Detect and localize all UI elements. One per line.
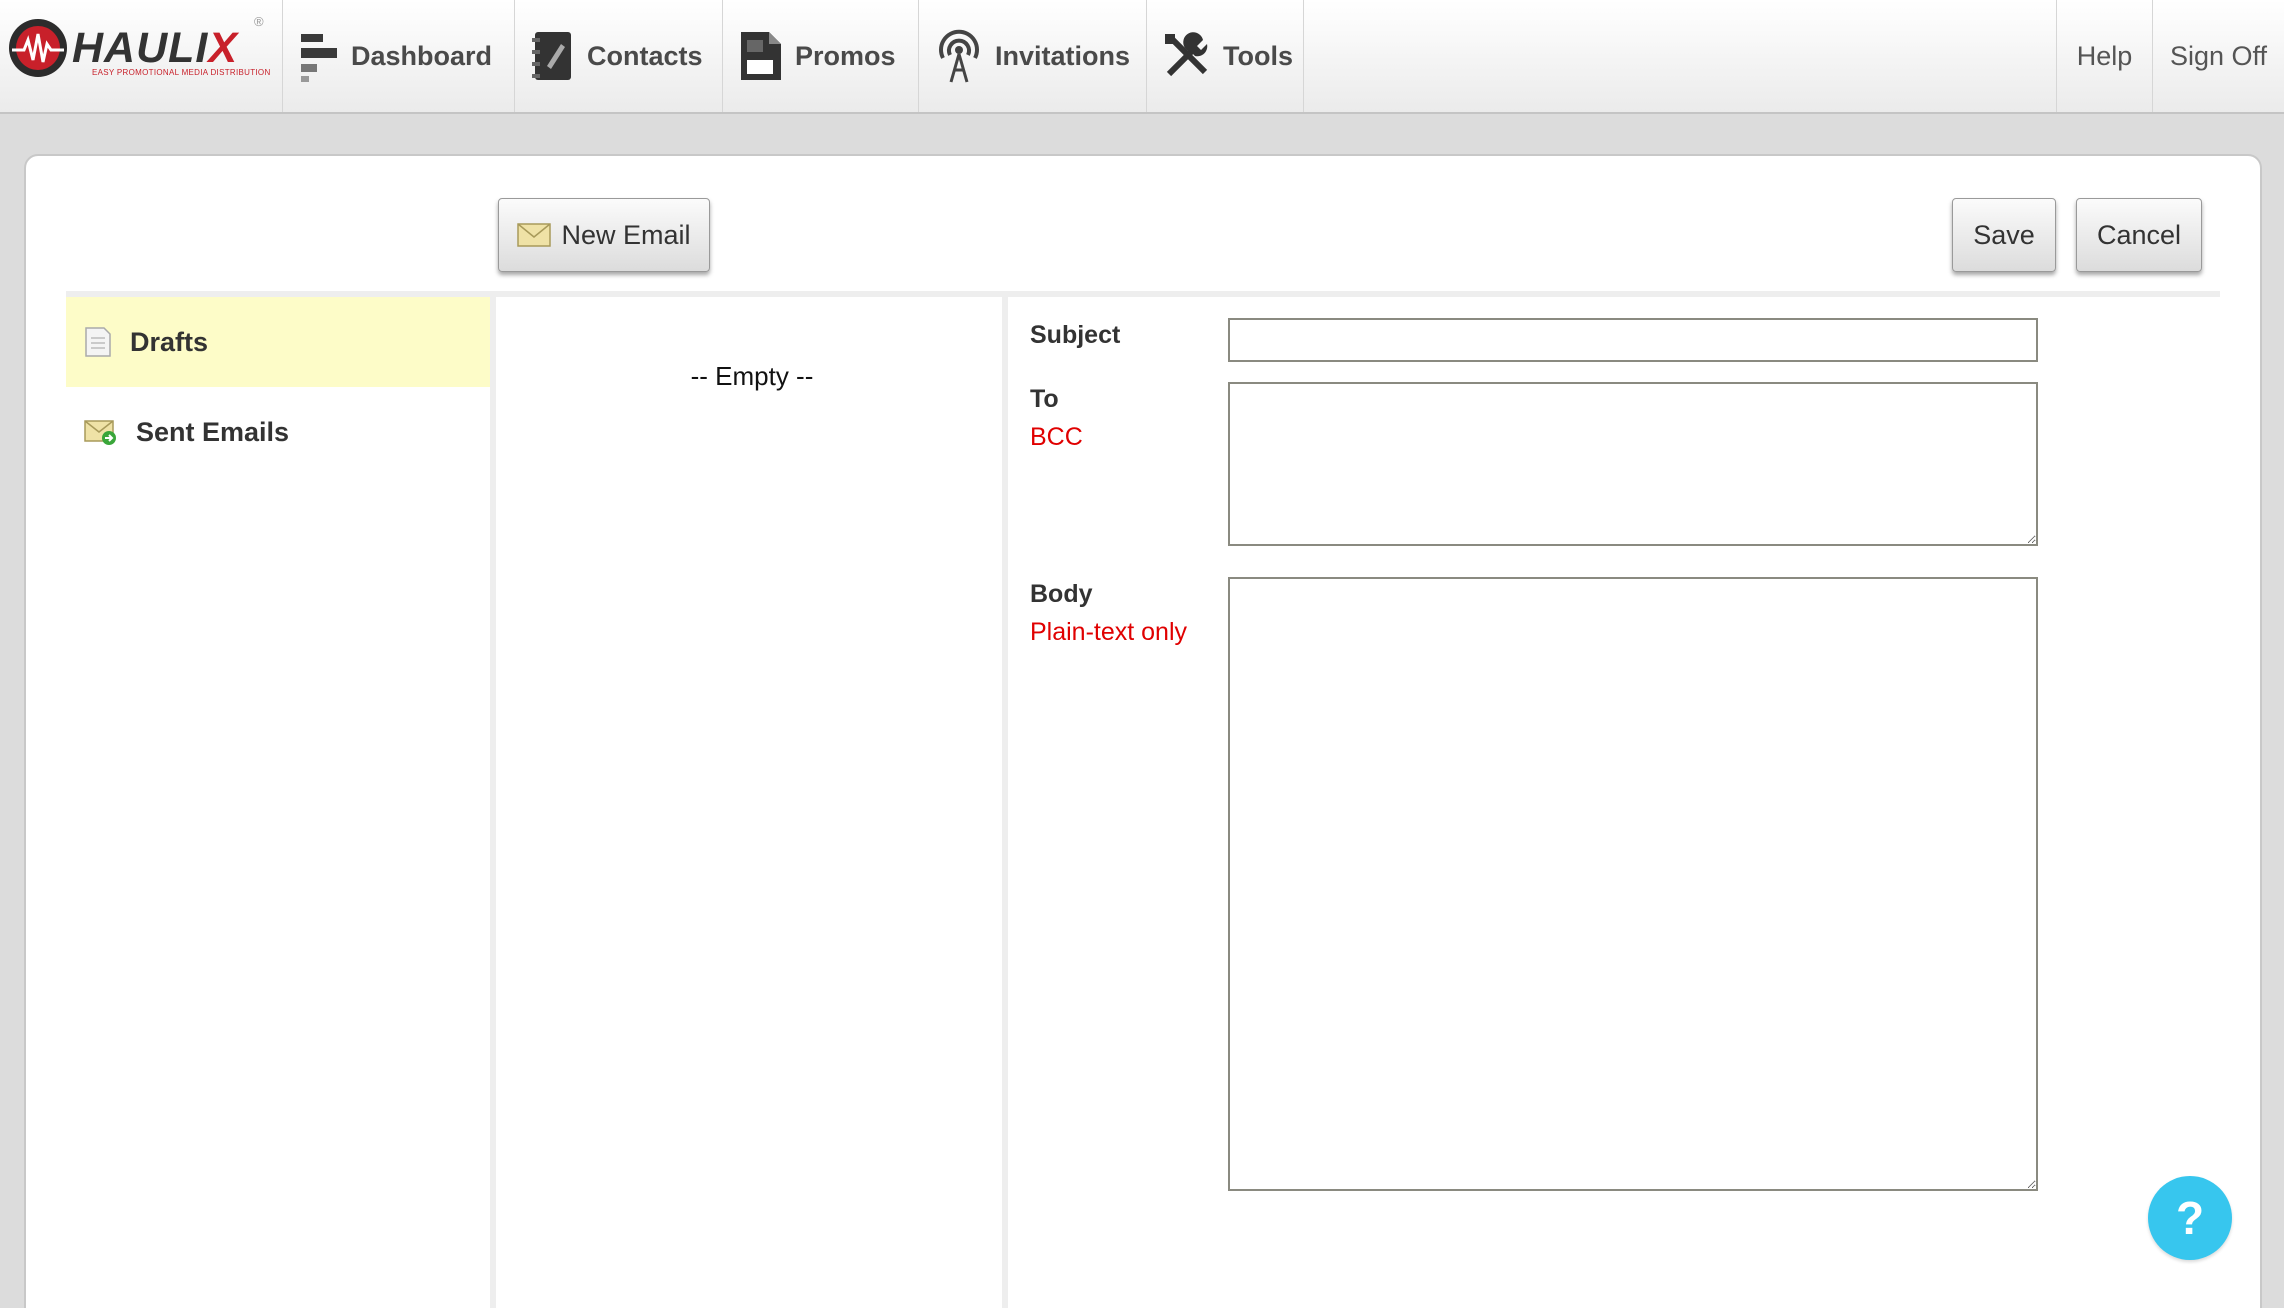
- haulix-logo[interactable]: HAULIX ® EASY PROMOTIONAL MEDIA DISTRIBU…: [6, 14, 271, 84]
- tools-icon: [1165, 32, 1208, 77]
- sent-emails-icon: [84, 420, 116, 445]
- body-label: Body: [1030, 580, 1093, 608]
- nav-promos[interactable]: Promos: [722, 0, 918, 112]
- plain-text-note: Plain-text only: [1030, 618, 1188, 646]
- nav-promos-label: Promos: [795, 40, 896, 71]
- folder-drafts-label: Drafts: [130, 326, 209, 357]
- folder-drafts[interactable]: Drafts: [66, 297, 490, 387]
- nav-help[interactable]: Help: [2056, 0, 2152, 112]
- to-textarea[interactable]: [1228, 382, 2038, 546]
- empty-list-text: -- Empty --: [690, 361, 814, 391]
- invitations-icon: [939, 29, 979, 83]
- envelope-icon: [517, 223, 552, 247]
- haulix-logo-icon: [9, 19, 67, 77]
- logo-wordmark: HAULIX: [72, 24, 239, 72]
- nav-contacts-label: Contacts: [587, 40, 703, 71]
- new-email-label: New Email: [561, 219, 691, 250]
- nav-tools[interactable]: Tools: [1146, 0, 1304, 112]
- nav-contacts[interactable]: Contacts: [514, 0, 722, 112]
- dashboard-icon: [301, 34, 337, 82]
- subject-input[interactable]: [1228, 318, 2038, 362]
- body-textarea[interactable]: [1228, 577, 2038, 1191]
- contacts-icon: [532, 32, 571, 80]
- bcc-note: BCC: [1030, 423, 1083, 451]
- folder-sent-emails-label: Sent Emails: [136, 416, 290, 447]
- nav-invitations-label: Invitations: [995, 40, 1131, 71]
- draft-icon: [85, 327, 111, 357]
- promos-icon: [741, 32, 781, 80]
- compose-form: Subject To BCC Body Plain-text only: [1014, 297, 2220, 1308]
- folder-sent-emails[interactable]: Sent Emails: [66, 387, 490, 477]
- nav-invitations[interactable]: Invitations: [918, 0, 1146, 112]
- cancel-button[interactable]: Cancel: [2076, 198, 2202, 272]
- subject-label: Subject: [1030, 321, 1121, 349]
- folder-list: Drafts Sent Emails: [66, 297, 496, 1308]
- nav-dashboard[interactable]: Dashboard: [282, 0, 514, 112]
- help-fab-button[interactable]: ?: [2148, 1176, 2232, 1260]
- email-panel: New Email Save Cancel Drafts Sent Emails…: [24, 154, 2262, 1308]
- logo-tagline: EASY PROMOTIONAL MEDIA DISTRIBUTION: [92, 68, 271, 77]
- top-navigation: HAULIX ® EASY PROMOTIONAL MEDIA DISTRIBU…: [0, 0, 2284, 114]
- nav-sign-off[interactable]: Sign Off: [2152, 0, 2284, 112]
- nav-tools-label: Tools: [1223, 40, 1293, 71]
- nav-dashboard-label: Dashboard: [351, 40, 493, 71]
- message-list: -- Empty --: [502, 297, 1008, 1308]
- new-email-button[interactable]: New Email: [498, 198, 710, 272]
- save-button[interactable]: Save: [1952, 198, 2056, 272]
- registered-mark: ®: [254, 14, 264, 29]
- to-label: To: [1030, 385, 1059, 413]
